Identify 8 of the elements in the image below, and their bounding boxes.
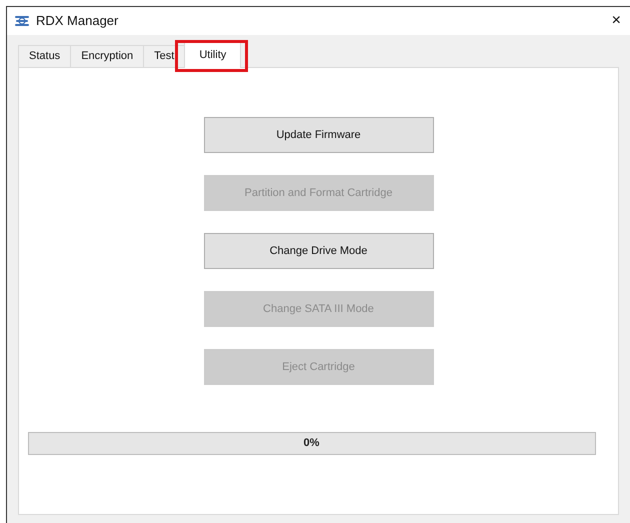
action-button[interactable]: Change Drive Mode (204, 233, 434, 269)
window-title: RDX Manager (36, 12, 118, 30)
app-logo-icon (14, 13, 30, 29)
tab[interactable]: Status (18, 44, 72, 67)
close-button[interactable]: × (610, 13, 623, 29)
tab[interactable]: Utility (184, 42, 242, 68)
progress-reading: 0% (304, 436, 320, 452)
action-button[interactable]: Update Firmware (204, 117, 434, 153)
